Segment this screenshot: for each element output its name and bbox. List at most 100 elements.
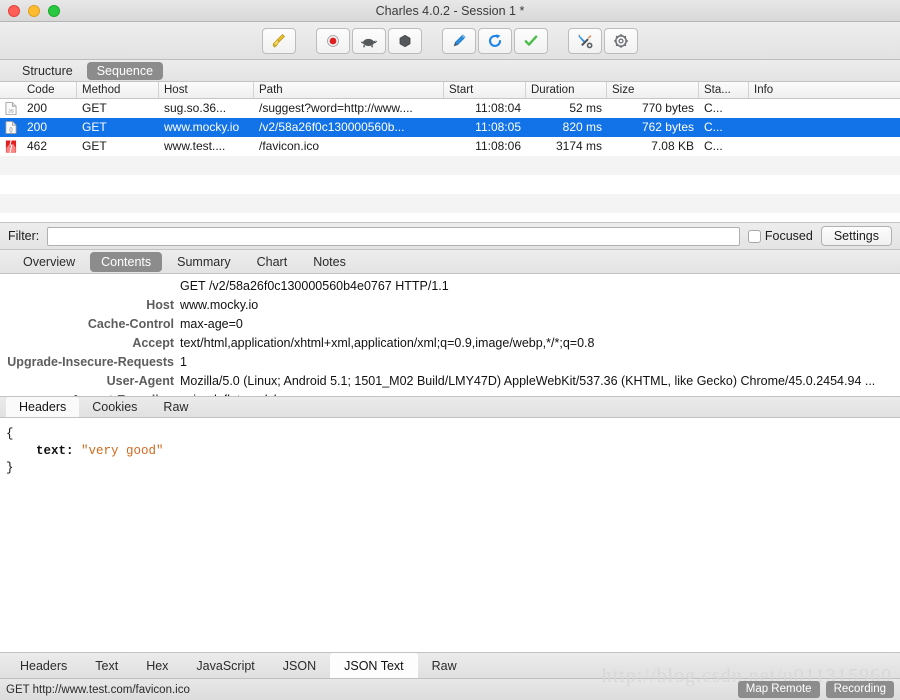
settings-gear-button[interactable]: [604, 27, 638, 54]
close-button[interactable]: [8, 4, 20, 17]
filter-settings-button[interactable]: Settings: [820, 226, 892, 246]
record-button[interactable]: [316, 27, 350, 54]
header-row-upgrade-insecure-requests: Upgrade-Insecure-Requests 1: [0, 355, 900, 374]
header-value: text/html,application/xhtml+xml,applicat…: [180, 336, 595, 350]
cell-path: /suggest?word=http://www....: [259, 101, 413, 115]
header-name: Cache-Control: [87, 317, 174, 331]
row-type-icon: JS: [0, 101, 22, 116]
recording-status-button[interactable]: Recording: [825, 681, 894, 698]
table-empty-row: [0, 194, 900, 213]
focused-label: Focused: [764, 229, 813, 243]
tab-summary[interactable]: Summary: [166, 252, 241, 272]
checkmark-icon: [524, 34, 538, 46]
subtab-cookies[interactable]: Cookies: [79, 397, 150, 417]
map-remote-button[interactable]: Map Remote: [737, 681, 820, 698]
cell-start: 11:08:04: [475, 101, 521, 115]
tab-notes[interactable]: Notes: [302, 252, 357, 272]
status-bar: GET http://www.test.com/favicon.ico http…: [0, 665, 900, 700]
response-tab-javascript[interactable]: JavaScript: [182, 653, 268, 678]
response-tab-json-text[interactable]: JSON Text: [330, 653, 418, 678]
charles-app-window: Charles 4.0.2 - Session 1 * Structure Se…: [0, 0, 900, 700]
column-header-info[interactable]: Info: [749, 82, 900, 98]
clear-session-button[interactable]: [262, 27, 296, 54]
cell-host: www.test....: [164, 139, 226, 153]
focused-checkbox[interactable]: [747, 229, 761, 243]
validate-button[interactable]: [514, 27, 548, 54]
cell-duration: 52 ms: [569, 101, 602, 115]
cell-status: C...: [704, 120, 723, 134]
minimize-button[interactable]: [28, 4, 40, 17]
status-bar-text: GET http://www.test.com/favicon.ico: [6, 683, 190, 696]
header-name: Host: [146, 298, 174, 312]
subtab-headers[interactable]: Headers: [6, 397, 80, 417]
cell-size: 770 bytes: [641, 101, 694, 115]
response-body-pane[interactable]: { text: "very good" }: [0, 418, 900, 652]
zoom-button[interactable]: [48, 4, 60, 17]
status-bar-buttons: Map Remote Recording: [737, 681, 894, 698]
cell-host: sug.so.36...: [164, 101, 227, 115]
cell-size: 7.08 KB: [651, 139, 694, 153]
cell-path: /v2/58a26f0c130000560b...: [259, 120, 405, 134]
table-row-selected[interactable]: {} 200 GET www.mocky.io /v2/58a26f0c1300…: [0, 118, 900, 137]
pen-icon: [453, 33, 466, 46]
header-row-accept-encoding: Accept-Encoding gzip, deflate, sdch: [0, 393, 900, 396]
filter-input[interactable]: [47, 226, 740, 246]
table-row[interactable]: 462 GET www.test.... /favicon.ico 11:08:…: [0, 137, 900, 156]
column-header-host[interactable]: Host: [159, 82, 254, 98]
title-bar: Charles 4.0.2 - Session 1 *: [0, 0, 900, 22]
json-line-open: {: [6, 426, 894, 443]
column-header-start[interactable]: Start: [444, 82, 526, 98]
cell-start: 11:08:06: [475, 139, 521, 153]
column-header-status[interactable]: Sta...: [699, 82, 749, 98]
throttle-button[interactable]: [352, 27, 386, 54]
header-row-host: Host www.mocky.io: [0, 298, 900, 317]
broom-icon: [272, 33, 285, 48]
tab-sequence[interactable]: Sequence: [86, 61, 164, 80]
header-value: max-age=0: [180, 317, 243, 331]
main-toolbar: [0, 22, 900, 60]
column-header-duration[interactable]: Duration: [526, 82, 607, 98]
tools-button[interactable]: [568, 27, 602, 54]
header-row-accept: Accept text/html,application/xhtml+xml,a…: [0, 336, 900, 355]
cell-status: C...: [704, 101, 723, 115]
tab-contents[interactable]: Contents: [90, 251, 163, 272]
response-tab-text[interactable]: Text: [81, 653, 132, 678]
table-empty-row: [0, 175, 900, 194]
cell-size: 762 bytes: [641, 120, 694, 134]
column-header-method[interactable]: Method: [77, 82, 159, 98]
cell-code: 462: [27, 139, 48, 153]
column-header-path[interactable]: Path: [254, 82, 444, 98]
header-name: Accept-Encoding: [0, 393, 180, 396]
json-line-text: text: "very good": [6, 443, 894, 460]
json-key-text: text:: [36, 444, 74, 458]
focused-checkbox-group[interactable]: Focused: [747, 229, 813, 243]
cell-start: 11:08:05: [475, 120, 521, 134]
response-tab-hex[interactable]: Hex: [132, 653, 182, 678]
cell-duration: 3174 ms: [555, 139, 602, 153]
column-header-size[interactable]: Size: [607, 82, 699, 98]
detail-tab-bar: Overview Contents Summary Chart Notes: [0, 250, 900, 274]
header-name: Accept: [132, 336, 174, 350]
cell-code: 200: [27, 120, 48, 134]
header-name: Upgrade-Insecure-Requests: [7, 355, 174, 369]
header-name: User-Agent: [106, 374, 174, 388]
breakpoints-button[interactable]: [388, 27, 422, 54]
response-tab-json[interactable]: JSON: [269, 653, 330, 678]
tab-overview[interactable]: Overview: [12, 252, 86, 272]
tools-icon: [578, 33, 593, 48]
subtab-raw[interactable]: Raw: [150, 397, 201, 417]
request-subtab-bar: Headers Cookies Raw: [0, 396, 900, 418]
tab-chart[interactable]: Chart: [246, 252, 299, 272]
compose-button[interactable]: [442, 27, 476, 54]
response-tab-raw[interactable]: Raw: [418, 653, 471, 678]
column-header-code[interactable]: Code: [22, 82, 77, 98]
table-row[interactable]: JS 200 GET sug.so.36... /suggest?word=ht…: [0, 99, 900, 118]
row-type-icon: {}: [0, 120, 22, 135]
record-icon: [327, 34, 339, 47]
table-header-row: Code Method Host Path Start Duration Siz…: [0, 82, 900, 99]
response-tab-headers[interactable]: Headers: [6, 653, 81, 678]
filter-bar: Filter: Focused Settings: [0, 222, 900, 250]
cell-code: 200: [27, 101, 48, 115]
tab-structure[interactable]: Structure: [12, 62, 83, 80]
repeat-button[interactable]: [478, 27, 512, 54]
